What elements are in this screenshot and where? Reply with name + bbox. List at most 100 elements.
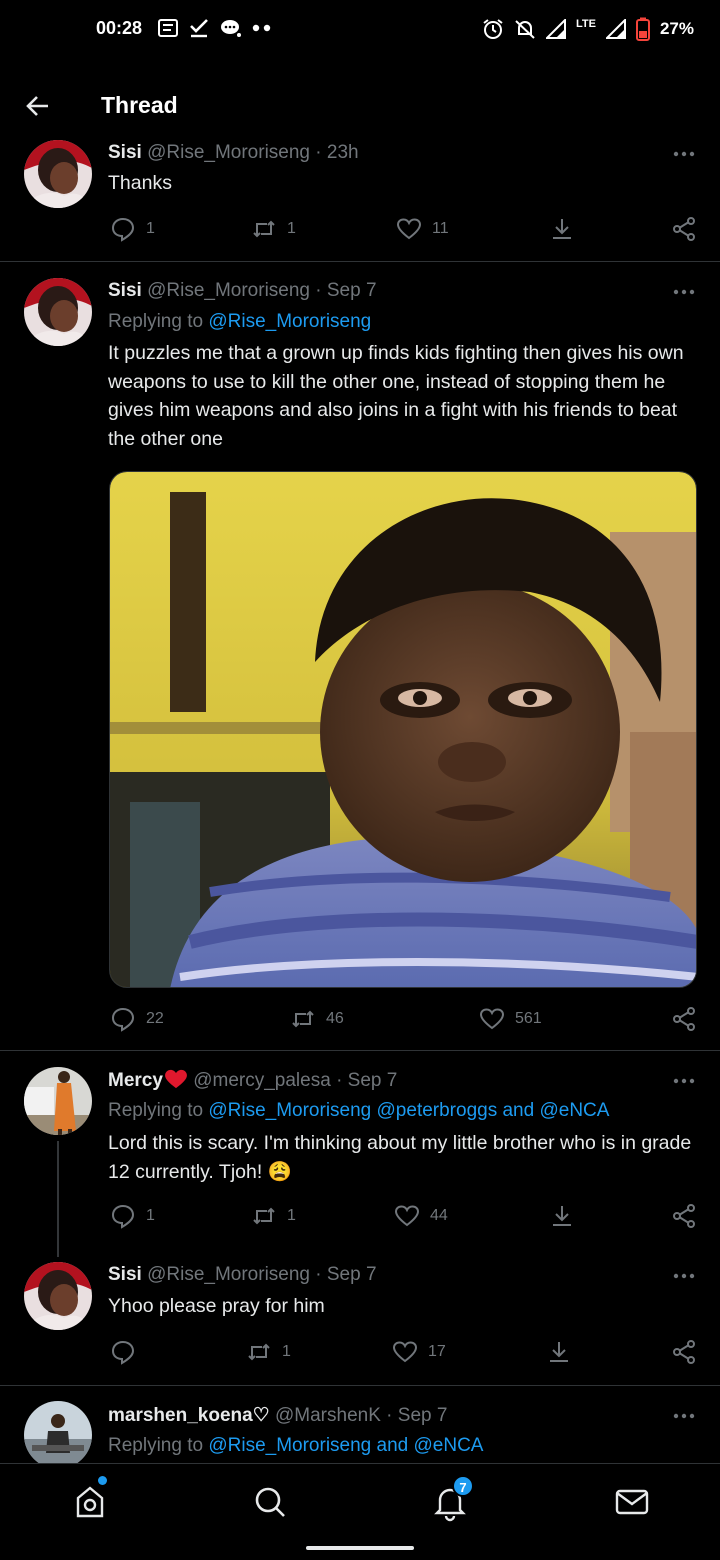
retweet-button[interactable]: 1 [251,1203,296,1229]
reply-count: 1 [146,1207,155,1224]
tweet-header: Sisi @Rise_Mororiseng · Sep 7 [108,280,377,302]
reply-icon [111,1340,135,1365]
reply-icon [111,1007,135,1032]
home-unread-dot [98,1476,107,1485]
nav-home[interactable] [70,1482,110,1522]
download-button[interactable] [549,1203,575,1229]
replying-prefix: Replying to [108,1100,204,1121]
notes-icon [158,19,178,37]
author-handle[interactable]: @mercy_palesa [193,1070,331,1091]
share-button[interactable] [671,1339,697,1365]
share-button[interactable] [671,1203,697,1229]
nav-search[interactable] [250,1482,290,1522]
heart-icon [479,1008,505,1030]
like-button[interactable]: 17 [392,1339,446,1365]
reply-button[interactable]: 22 [110,1006,164,1032]
like-button[interactable]: 44 [394,1203,448,1229]
reply-button[interactable]: 1 [110,216,155,242]
tweet-text: Lord this is scary. I'm thinking about m… [108,1132,692,1183]
share-button[interactable] [671,216,697,242]
replying-mentions[interactable]: @Rise_Mororiseng @peterbroggs and @eNCA [208,1100,609,1121]
retweet-icon [253,1207,275,1225]
tweet-time: · Sep 7 [386,1405,448,1426]
more-options-icon[interactable] [672,1271,696,1281]
author-name[interactable]: marshen_koena♡ [108,1405,270,1426]
download-icon [553,1206,571,1226]
author-name[interactable]: Mercy [108,1070,163,1091]
tweet-header: Sisi @Rise_Mororiseng · Sep 7 [108,1264,377,1286]
author-handle[interactable]: @Rise_Mororiseng [147,142,310,163]
heart-icon [392,1341,418,1363]
reply-icon [111,217,135,242]
battery-icon [635,17,650,41]
tweet-text: Thanks [108,172,172,194]
reply-icon [111,1204,135,1229]
retweet-button[interactable]: 1 [251,216,296,242]
author-handle[interactable]: @MarshenK [275,1405,381,1426]
home-indicator[interactable] [306,1546,414,1550]
tweet-actions: 1 17 [108,1339,698,1369]
avatar[interactable] [24,1067,92,1135]
tweet-actions: 22 46 561 [108,1006,698,1036]
author-name[interactable]: Sisi [108,280,142,301]
author-handle[interactable]: @Rise_Mororiseng [147,1264,310,1285]
tweet-5[interactable]: marshen_koena♡ @MarshenK · Sep 7 Replyin… [0,1401,720,1463]
more-options-icon[interactable] [672,149,696,159]
more-options-icon[interactable] [672,1411,696,1421]
retweet-count: 1 [282,1343,291,1360]
reply-button[interactable] [110,1339,146,1365]
author-handle[interactable]: @Rise_Mororiseng [147,280,310,301]
retweet-icon [292,1010,314,1028]
thread-line [57,1141,59,1257]
replying-prefix: Replying to [108,1435,204,1456]
avatar[interactable] [24,1401,92,1463]
avatar[interactable] [24,140,92,208]
alarm-icon [483,19,503,39]
retweet-button[interactable]: 1 [246,1339,291,1365]
more-options-icon[interactable] [672,1076,696,1086]
retweet-count: 46 [326,1010,344,1027]
share-button[interactable] [671,1006,697,1032]
retweet-button[interactable]: 46 [290,1006,344,1032]
avatar[interactable] [24,278,92,346]
heart-icon [396,218,422,240]
like-button[interactable]: 561 [479,1006,542,1032]
tweet-time: · Sep 7 [315,280,377,301]
reply-button[interactable]: 1 [110,1203,155,1229]
notification-badge: 7 [452,1475,474,1497]
checkmark-icon [190,19,208,38]
chat-bubble-icon [221,20,241,37]
replying-mentions[interactable]: @Rise_Mororiseng [208,311,371,332]
status-right-icons: LTE 27% [482,17,694,41]
reply-count: 22 [146,1010,164,1027]
tweet-header: Mercy @mercy_palesa · Sep 7 [108,1069,397,1092]
home-icon [76,1486,104,1518]
divider [0,1385,720,1386]
nav-messages[interactable] [612,1482,652,1522]
tweet-1[interactable]: Sisi @Rise_Mororiseng · 23h Thanks 1 1 1… [0,140,720,260]
tweet-actions: 1 1 11 [108,216,698,246]
like-count: 11 [432,220,449,237]
like-count: 17 [428,1343,446,1360]
tweet-image[interactable] [109,471,697,988]
heart-icon [394,1205,420,1227]
more-options-icon[interactable] [672,287,696,297]
download-button[interactable] [546,1339,572,1365]
search-icon [255,1487,285,1517]
author-name[interactable]: Sisi [108,142,142,163]
signal-icon-2 [605,19,626,39]
tweet-3[interactable]: Mercy @mercy_palesa · Sep 7 Replying to … [0,1067,720,1257]
back-arrow-icon[interactable] [24,92,52,120]
like-button[interactable]: 11 [396,216,449,242]
share-icon [673,1007,695,1031]
signal-icon [546,19,566,39]
thread-header: Thread [0,80,720,132]
author-name[interactable]: Sisi [108,1264,142,1285]
avatar[interactable] [24,1262,92,1330]
download-button[interactable] [549,216,575,242]
network-type: LTE [576,18,596,30]
tweet-4[interactable]: Sisi @Rise_Mororiseng · Sep 7 Yhoo pleas… [0,1262,720,1382]
replying-mentions[interactable]: @Rise_Mororiseng and @eNCA [208,1435,483,1456]
replying-prefix: Replying to [108,311,204,332]
red-heart-icon [165,1069,187,1089]
